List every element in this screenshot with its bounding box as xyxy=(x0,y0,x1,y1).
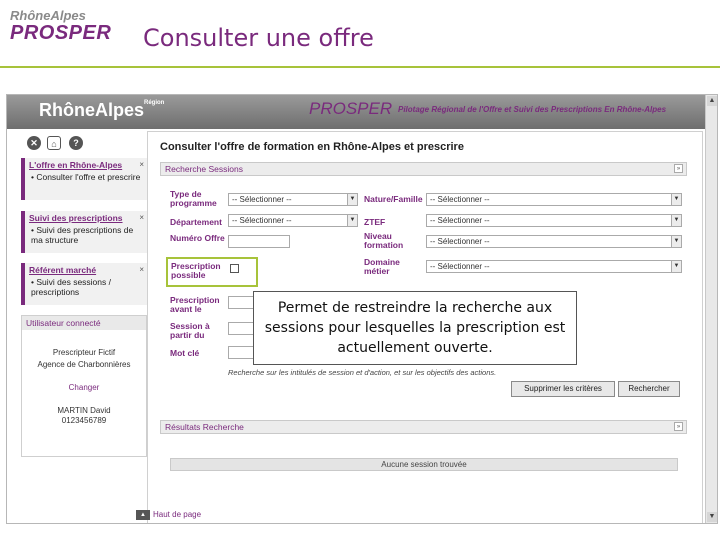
user-phone: 0123456789 xyxy=(61,416,107,425)
ztef-label: ZTEF xyxy=(364,217,386,227)
help-icon[interactable]: ? xyxy=(69,136,83,150)
back-to-top-icon[interactable]: ▲ xyxy=(136,510,150,520)
user-panel-title: Utilisateur connecté xyxy=(22,316,146,330)
chevron-down-icon: ▼ xyxy=(347,215,357,226)
page-title: Consulter l'offre de formation en Rhône-… xyxy=(160,141,464,153)
chevron-down-icon: ▼ xyxy=(671,236,681,247)
app-banner: RhôneAlpesRégion PROSPER Pilotage Région… xyxy=(7,95,706,129)
menu-item-sessions[interactable]: • Suivi des sessions / prescriptions xyxy=(25,277,147,297)
clear-criteria-button[interactable]: Supprimer les critères xyxy=(511,381,615,397)
nature-label: Nature/Famille xyxy=(364,194,423,204)
user-person: MARTIN David xyxy=(57,406,111,415)
domain-label: Domaine métier xyxy=(364,257,400,276)
app-logo-text: RhôneAlpes xyxy=(39,100,145,120)
results-title: Résultats Recherche xyxy=(165,422,244,432)
user-panel: Utilisateur connecté Prescripteur Fictif… xyxy=(21,315,147,457)
department-select[interactable]: -- Sélectionner -- ▼ xyxy=(228,214,358,227)
menu-market-title[interactable]: Référent marché xyxy=(25,263,147,277)
search-hint: Recherche sur les intitulés de session e… xyxy=(228,368,497,377)
nature-select[interactable]: -- Sélectionner -- ▼ xyxy=(426,193,682,206)
menu-item-consult[interactable]: • Consulter l'offre et prescrire xyxy=(25,172,147,182)
level-select[interactable]: -- Sélectionner -- ▼ xyxy=(426,235,682,248)
level-label: Niveau formation xyxy=(364,231,404,250)
callout-box: Permet de restreindre la recherche aux s… xyxy=(253,291,577,365)
close-icon[interactable]: ✕ xyxy=(27,136,41,150)
session-from-label: Session à partir du xyxy=(170,321,210,340)
menu-tracking-title[interactable]: Suivi des prescriptions xyxy=(25,211,147,225)
user-agency: Agence de Charbonnières xyxy=(37,360,131,369)
domain-select[interactable]: -- Sélectionner -- ▼ xyxy=(426,260,682,273)
type-label: Type de programme xyxy=(170,189,217,208)
toggle-icon[interactable]: » xyxy=(674,164,683,173)
scroll-down-icon[interactable]: ▼ xyxy=(707,512,717,522)
prescription-possible-checkbox[interactable] xyxy=(230,264,239,273)
search-box-header: Recherche Sessions » xyxy=(160,162,687,176)
menu-offer: L'offre en Rhône-Alpes × • Consulter l'o… xyxy=(21,158,147,200)
app-logo-sup: Région xyxy=(144,100,165,106)
chevron-down-icon: ▼ xyxy=(671,194,681,205)
prescription-possible-label: Prescription possible xyxy=(171,261,221,280)
results-header: Résultats Recherche » xyxy=(160,420,687,434)
menu-market: Référent marché × • Suivi des sessions /… xyxy=(21,263,147,305)
department-label: Département xyxy=(170,217,222,227)
app-product-name: PROSPER xyxy=(309,99,393,118)
slide-title: Consulter une offre xyxy=(143,24,374,52)
home-icon[interactable]: ⌂ xyxy=(47,136,61,150)
collapse-icon[interactable]: × xyxy=(139,160,144,169)
collapse-icon[interactable]: × xyxy=(139,265,144,274)
menu-offer-title[interactable]: L'offre en Rhône-Alpes xyxy=(25,158,147,172)
prescription-possible-highlight: Prescription possible xyxy=(166,257,258,287)
app-logo: RhôneAlpesRégion xyxy=(39,100,164,121)
ztef-select[interactable]: -- Sélectionner -- ▼ xyxy=(426,214,682,227)
toggle-icon[interactable]: » xyxy=(674,422,683,431)
slide-logo-prosper: PROSPER xyxy=(10,22,112,44)
keyword-label: Mot clé xyxy=(170,348,200,358)
search-button[interactable]: Rechercher xyxy=(618,381,680,397)
slide-logo-region: RhôneAlpes xyxy=(10,8,86,23)
back-to-top-link[interactable]: Haut de page xyxy=(153,510,201,519)
scrollbar[interactable]: ▲ ▼ xyxy=(705,95,717,523)
offer-number-input[interactable] xyxy=(228,235,290,248)
type-select[interactable]: -- Sélectionner -- ▼ xyxy=(228,193,358,206)
offer-number-label: Numéro Offre xyxy=(170,233,225,243)
app-tagline: Pilotage Régional de l'Offre et Suivi de… xyxy=(398,105,667,114)
change-user-link[interactable]: Changer xyxy=(22,383,146,392)
prescription-before-label: Prescription avant le xyxy=(170,295,220,314)
left-panel: ✕ ⌂ ? L'offre en Rhône-Alpes × • Consult… xyxy=(17,133,147,523)
menu-tracking: Suivi des prescriptions × • Suivi des pr… xyxy=(21,211,147,253)
slide-divider xyxy=(0,66,720,68)
chevron-down-icon: ▼ xyxy=(671,215,681,226)
search-box-title: Recherche Sessions xyxy=(165,164,243,174)
chevron-down-icon: ▼ xyxy=(671,261,681,272)
results-empty-message: Aucune session trouvée xyxy=(170,458,678,471)
user-name: Prescripteur Fictif xyxy=(52,348,116,357)
menu-item-tracking[interactable]: • Suivi des prescriptions de ma structur… xyxy=(25,225,147,245)
collapse-icon[interactable]: × xyxy=(139,213,144,222)
scroll-up-icon[interactable]: ▲ xyxy=(707,96,717,106)
chevron-down-icon: ▼ xyxy=(347,194,357,205)
